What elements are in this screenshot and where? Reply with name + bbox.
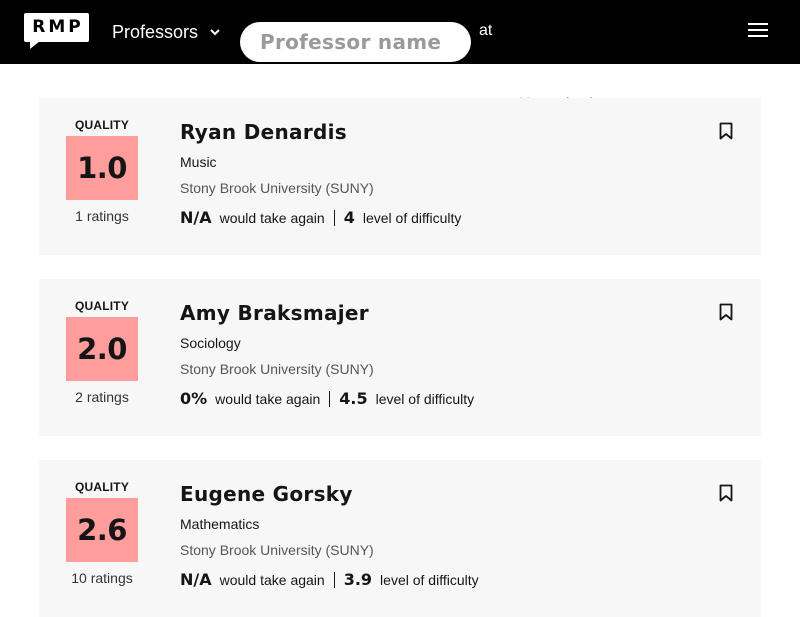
bookmark-icon[interactable] — [719, 122, 733, 140]
difficulty-label: level of difficulty — [380, 571, 479, 588]
bookmark-icon[interactable] — [719, 303, 733, 321]
quality-score: 2.0 — [66, 317, 138, 381]
stats-divider — [333, 209, 335, 226]
professor-name[interactable]: Eugene Gorsky — [180, 482, 353, 506]
quality-score: 1.0 — [66, 136, 138, 200]
professor-department: Mathematics — [180, 516, 260, 532]
professor-name[interactable]: Amy Braksmajer — [180, 301, 369, 325]
ratings-count: 10 ratings — [71, 570, 133, 586]
would-take-again-label: would take again — [219, 571, 325, 588]
professor-name-input[interactable] — [240, 22, 471, 62]
professor-department: Music — [180, 154, 217, 170]
quality-label: QUALITY — [74, 299, 130, 313]
would-take-again-label: would take again — [219, 209, 325, 226]
rmp-logo[interactable]: RMP — [24, 13, 89, 49]
professor-stats: N/A would take again 3.9 level of diffic… — [180, 570, 479, 589]
professor-school: Stony Brook University (SUNY) — [180, 361, 374, 377]
professor-stats: N/A would take again 4 level of difficul… — [180, 208, 461, 227]
quality-score: 2.6 — [66, 498, 138, 562]
professor-card[interactable]: QUALITY 2.0 2 ratings Amy Braksmajer Soc… — [39, 279, 761, 436]
ratings-count: 1 ratings — [75, 208, 129, 224]
hamburger-menu-icon[interactable] — [748, 23, 768, 41]
difficulty-value: 3.9 — [343, 570, 373, 589]
quality-label: QUALITY — [74, 118, 130, 132]
search-type-dropdown[interactable]: Professors — [112, 18, 222, 46]
search-type-label: Professors — [112, 21, 199, 42]
chevron-down-icon — [210, 29, 220, 36]
professor-school: Stony Brook University (SUNY) — [180, 180, 374, 196]
difficulty-label: level of difficulty — [362, 209, 462, 226]
top-navigation-bar: RMP Professors at — [0, 0, 800, 122]
professor-stats: 0% would take again 4.5 level of difficu… — [180, 389, 474, 408]
bookmark-icon[interactable] — [719, 484, 733, 502]
difficulty-value: 4 — [343, 208, 355, 227]
professor-name[interactable]: Ryan Denardis — [180, 120, 347, 144]
professor-school: Stony Brook University (SUNY) — [180, 542, 374, 558]
professor-card[interactable]: QUALITY 2.6 10 ratings Eugene Gorsky Mat… — [39, 460, 761, 617]
would-take-again-value: N/A — [180, 570, 212, 589]
quality-label: QUALITY — [74, 480, 130, 494]
at-label: at — [479, 22, 493, 39]
ratings-count: 2 ratings — [75, 389, 129, 405]
professor-card[interactable]: QUALITY 1.0 1 ratings Ryan Denardis Musi… — [39, 98, 761, 255]
would-take-again-label: would take again — [215, 390, 321, 407]
difficulty-value: 4.5 — [339, 389, 368, 408]
logo-text: RMP — [32, 17, 84, 37]
logo-speech-tail — [30, 41, 40, 49]
stats-divider — [333, 571, 335, 588]
would-take-again-value: 0% — [180, 389, 208, 408]
professor-department: Sociology — [180, 335, 241, 351]
difficulty-label: level of difficulty — [375, 390, 475, 407]
would-take-again-value: N/A — [180, 208, 212, 227]
stats-divider — [329, 390, 331, 407]
